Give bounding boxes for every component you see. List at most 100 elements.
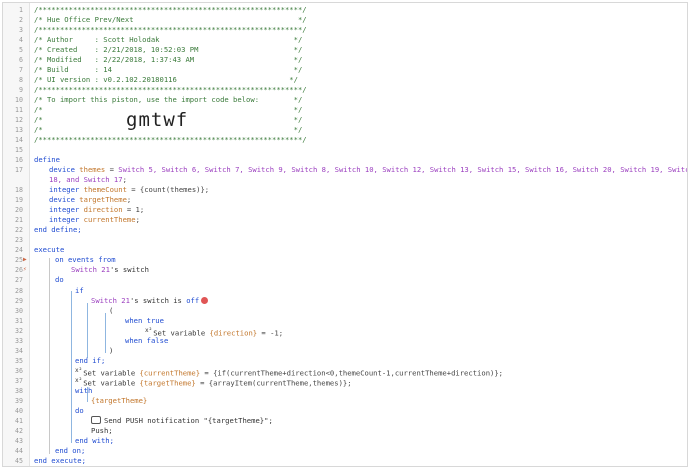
line-number: 18 [15, 186, 23, 194]
code-line: /* UI version : v0.2.102.20180116 */ [34, 75, 298, 84]
code-line: device themes = Switch 5, Switch 6, Swit… [49, 165, 688, 174]
line-number: 17 [15, 166, 23, 174]
import-code[interactable]: gmtwf [126, 109, 188, 131]
code-line[interactable]: on events from [55, 255, 116, 265]
line-number: 42 [15, 427, 23, 435]
code-line: ) [109, 346, 114, 355]
line-number: 19 [15, 196, 23, 204]
line-number: 40 [15, 407, 23, 415]
line-number-gutter: 1 2 3 4 5 6 7 8 9 10 11 12 13 14 15 16 17 18 19 20 21 22 23 24 2… [3, 3, 30, 466]
message-icon [91, 416, 101, 424]
when-false: when false [125, 336, 169, 345]
code-line: /***************************************… [34, 85, 307, 94]
variable-x-icon: x² [75, 367, 83, 374]
code-line: do [55, 275, 64, 284]
line-number: 28 [15, 287, 23, 295]
code-line: /* To import this piston, use the import… [34, 95, 303, 104]
code-line: /* Author : Scott Holodak */ [34, 35, 303, 44]
piston-code-view: 1 2 3 4 5 6 7 8 9 10 11 12 13 14 15 16 17 18 19 20 21 22 23 24 2… [2, 2, 688, 467]
line-number: 33 [15, 337, 23, 345]
code-line: /* Build : 14 */ [34, 65, 303, 74]
line-number: 34 [15, 347, 23, 355]
code-line[interactable]: Switch 21's switch [71, 265, 149, 275]
code-line: /***************************************… [34, 25, 307, 34]
line-number: 25 [15, 256, 23, 264]
line-number: 11 [15, 106, 23, 114]
line-number: 30 [15, 307, 23, 315]
define-keyword: define [34, 155, 60, 164]
line-number: 7 [19, 66, 23, 74]
with-device[interactable]: {targetTheme} [91, 396, 147, 406]
line-number: 31 [15, 317, 23, 325]
code-line: /***************************************… [34, 5, 307, 14]
condition[interactable]: Switch 21's switch is off [91, 296, 209, 306]
line-number: 26 [15, 266, 23, 274]
when-true: when true [125, 316, 164, 325]
line-number: 43 [15, 437, 23, 445]
line-number: 21 [15, 216, 23, 224]
line-number: 14 [15, 136, 23, 144]
if-statement[interactable]: if [75, 286, 84, 296]
line-number: 22 [15, 226, 23, 234]
with-statement[interactable]: with [75, 386, 92, 396]
line-number: 15 [15, 146, 23, 154]
line-number: 8 [19, 76, 23, 84]
line-number: 45 [15, 457, 23, 465]
code-line: device targetTheme; [49, 195, 132, 204]
breakpoint-marker-icon[interactable]: ⚡ [23, 265, 27, 275]
line-number: 16 [15, 156, 23, 164]
code-line: do [75, 406, 84, 415]
line-number: 32 [15, 327, 23, 335]
code-line: integer themeCount = {count(themes)}; [49, 185, 210, 194]
line-number: 12 [15, 116, 23, 124]
line-number: 35 [15, 357, 23, 365]
line-number: 23 [15, 236, 23, 244]
code-line: end if; [75, 356, 106, 365]
block-guide [105, 313, 106, 353]
line-number: 29 [15, 297, 23, 305]
line-number: 27 [15, 276, 23, 284]
line-number: 2 [19, 16, 23, 24]
variable-x-icon: x² [75, 377, 83, 384]
code-line: end define; [34, 225, 82, 234]
code-line: 18, and Switch 17; [49, 175, 127, 184]
block-guide [49, 258, 50, 454]
code-line: integer currentTheme; [49, 215, 140, 224]
execute-keyword: execute [34, 245, 65, 254]
red-circle-icon[interactable] [201, 297, 209, 304]
push-statement[interactable]: Send PUSH notification "{targetTheme}"; [91, 416, 273, 426]
line-number: 38 [15, 387, 23, 395]
code-line: end on; [55, 446, 86, 455]
line-number: 36 [15, 367, 23, 375]
line-number: 44 [15, 447, 23, 455]
line-number: 4 [19, 36, 23, 44]
line-number: 39 [15, 397, 23, 405]
breakpoint-marker-icon[interactable]: ▶ [23, 255, 27, 265]
code-line: end with; [75, 436, 114, 445]
code-line[interactable]: Push; [91, 426, 113, 436]
line-number: 20 [15, 206, 23, 214]
code-line: /***************************************… [34, 135, 307, 144]
line-number: 24 [15, 246, 23, 254]
line-number: 1 [19, 6, 23, 14]
code-line: ( [109, 306, 114, 315]
code-line: /* Hue Office Prev/Next */ [34, 15, 307, 24]
line-number: 41 [15, 417, 23, 425]
block-guide [71, 291, 72, 443]
code-line: /* Modified : 2/22/2018, 1:37:43 AM */ [34, 55, 303, 64]
line-number: 6 [19, 56, 23, 64]
code-line: end execute; [34, 456, 86, 465]
code-line: /* Created : 2/21/2018, 10:52:03 PM */ [34, 45, 303, 54]
line-number: 5 [19, 46, 23, 54]
block-guide [87, 303, 88, 358]
line-number: 37 [15, 377, 23, 385]
set-variable-statement[interactable]: x²Set variable {targetTheme} = {arrayIte… [75, 376, 352, 387]
line-number: 10 [15, 96, 23, 104]
variable-x-icon: x² [145, 327, 153, 334]
line-number: 9 [19, 86, 23, 94]
code-line: integer direction = 1; [49, 205, 145, 214]
set-variable-statement[interactable]: x²Set variable {direction} = -1; [145, 326, 283, 337]
line-number: 3 [19, 26, 23, 34]
set-variable-statement[interactable]: x²Set variable {currentTheme} = {if(curr… [75, 366, 503, 377]
line-number: 13 [15, 126, 23, 134]
